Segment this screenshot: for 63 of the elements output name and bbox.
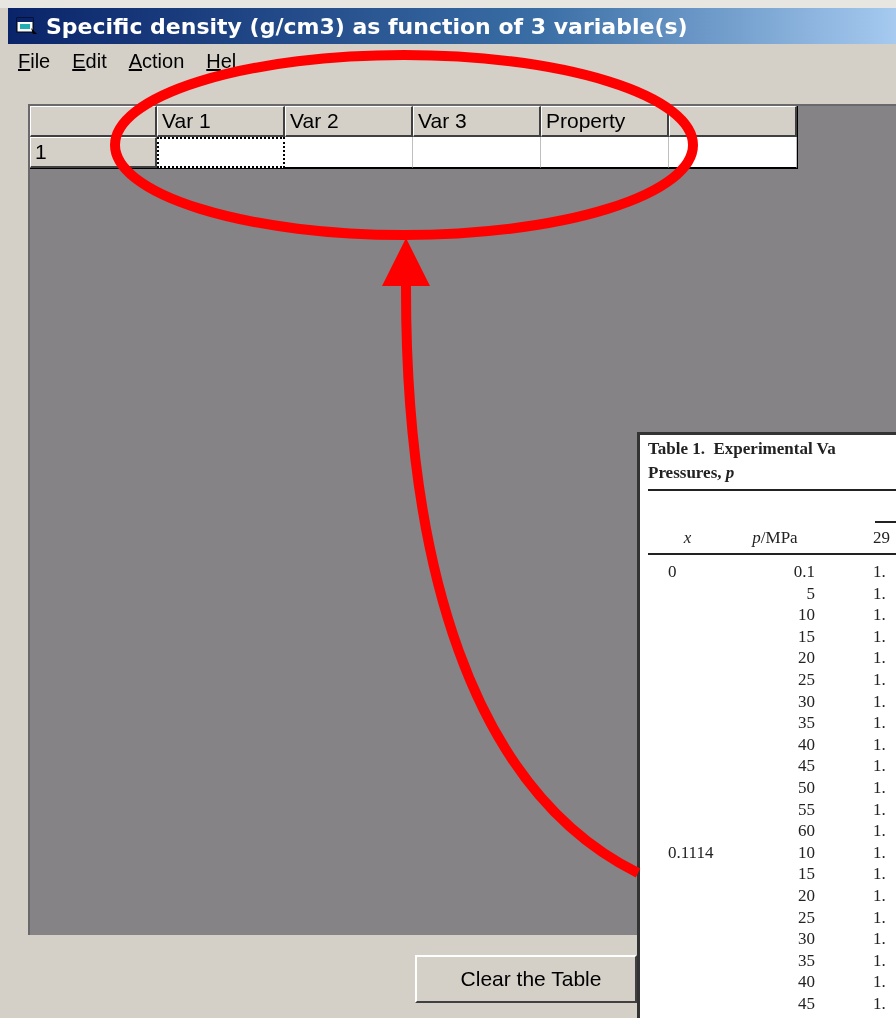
table-cell-text: 15: [797, 863, 815, 885]
window-title: Specific density (g/cm3) as function of 3 variable(s): [46, 13, 688, 39]
column-heading: p/MPa: [750, 527, 799, 549]
table-cell-text: 30: [797, 928, 815, 950]
table-cell-text: 1.: [872, 647, 887, 669]
table-cell-text: 55: [797, 798, 815, 821]
table-cell-text: 1.: [872, 712, 887, 734]
table-cell-text: 1.: [872, 755, 887, 777]
table-cell-text: 25: [797, 906, 815, 929]
table-cell-text: 1.: [872, 863, 887, 885]
table-cell-text: 1.: [872, 561, 887, 583]
menu-item[interactable]: Action: [128, 51, 185, 71]
table-cell-text: 30: [797, 690, 815, 713]
menu-item[interactable]: Hel: [206, 51, 237, 71]
column-header[interactable]: [669, 106, 797, 137]
table-cell-text: 0: [667, 561, 678, 583]
table-cell-text: 1.: [872, 733, 887, 756]
table-cell-text: 1.: [872, 690, 887, 713]
table-cell-text: 40: [797, 971, 815, 993]
table-cell-text: 1.: [872, 776, 887, 799]
menu-item[interactable]: File: [18, 51, 51, 71]
table-cell-text: 1.: [872, 992, 887, 1015]
table-cell-text: 20: [797, 647, 815, 669]
table-cell-text: 1.: [872, 884, 887, 907]
table-cell-text: 5: [805, 582, 815, 605]
table-cell-text: 60: [797, 820, 815, 842]
table-cell-text: 1.: [872, 928, 887, 950]
table-cell-text: 1.: [872, 949, 887, 972]
table-cell-text: 1.: [872, 971, 887, 993]
table-cell-text: 35: [797, 949, 815, 972]
table-cell-text: 45: [797, 992, 815, 1015]
clear-table-button[interactable]: Clear the Table: [415, 955, 637, 1003]
app-icon: [16, 16, 38, 36]
table-cell-text: 1.: [872, 668, 887, 691]
table-cell-text: 10: [797, 841, 815, 864]
table-cell-text: 15: [797, 625, 815, 648]
column-heading: 29: [872, 527, 891, 549]
table-cell-text: 1.: [872, 906, 887, 929]
table-cell-text: 10: [797, 604, 815, 626]
column-heading: x: [682, 527, 693, 549]
table-cell[interactable]: [157, 137, 285, 168]
menu-item[interactable]: Edit: [72, 51, 107, 71]
column-header[interactable]: Var 3: [413, 106, 541, 137]
table-cell-text: 1.: [872, 604, 887, 626]
table-cell-text: 45: [797, 755, 815, 777]
table-cell-text: 50: [797, 776, 815, 799]
table-cell-text: 20: [797, 884, 815, 907]
table-cell-text: 0.1: [792, 561, 815, 583]
column-header[interactable]: Property: [541, 106, 669, 137]
table-cell-text: 1.: [872, 841, 887, 864]
table-caption: Table 1. Experimental Va: [647, 438, 837, 459]
table-cell-text: 35: [797, 712, 815, 734]
table-cell-text: 1.: [872, 582, 887, 605]
table-cell-text: 1.: [872, 625, 887, 648]
row-header[interactable]: 1: [30, 137, 157, 168]
table-caption: Pressures, p: [647, 462, 736, 483]
table-cell-text: 0.1114: [667, 841, 715, 864]
table-cell-text: 40: [797, 733, 815, 756]
table-cell-text: 1.: [872, 798, 887, 821]
table-cell-text: 25: [797, 668, 815, 691]
table-cell-text: 1.: [872, 820, 887, 842]
column-header[interactable]: Var 1: [157, 106, 285, 137]
column-header[interactable]: Var 2: [285, 106, 413, 137]
